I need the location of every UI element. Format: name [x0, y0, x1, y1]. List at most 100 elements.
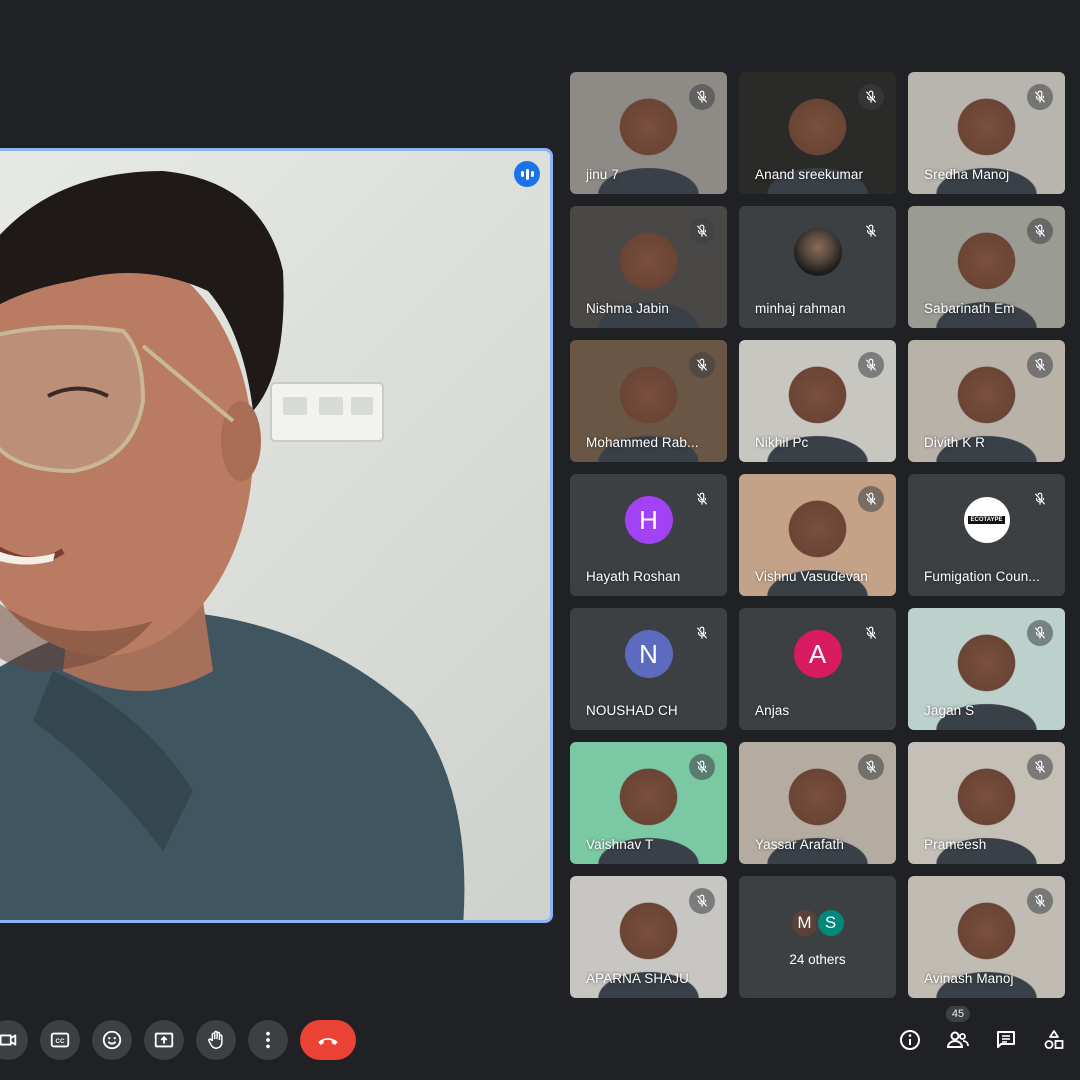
participant-grid: jinu 7 Anand sreekumar Sredha Manoj Nishma … [570, 72, 1065, 998]
leave-call-button[interactable] [300, 1020, 356, 1060]
activities-icon [1044, 1030, 1064, 1049]
participant-tile-jagan-s[interactable]: Jagan S [908, 608, 1065, 730]
mic-off-icon [689, 218, 715, 244]
participant-name: Yassar Arafath [755, 837, 844, 852]
others-count-label: 24 others [789, 952, 846, 967]
mic-off-icon [1027, 352, 1053, 378]
participant-name: Avinash Manoj [924, 971, 1014, 986]
logo-text: ECOTAYPE [968, 516, 1005, 525]
participant-tile-sabarinath-em[interactable]: Sabarinath Em [908, 206, 1065, 328]
participant-name: Mohammed Rab... [586, 435, 699, 450]
participant-tile-avinash-manoj[interactable]: Avinash Manoj [908, 876, 1065, 998]
participant-name: Sabarinath Em [924, 301, 1015, 316]
people-button[interactable]: 45 [945, 1006, 971, 1056]
participant-tile-24-others[interactable]: M S 24 others [739, 876, 896, 998]
info-icon [900, 1030, 920, 1050]
present-now-button[interactable] [144, 1020, 184, 1060]
main-speaker-tile[interactable] [0, 148, 553, 923]
participant-tile-nishma-jabin[interactable]: Nishma Jabin [570, 206, 727, 328]
participant-tile-sredha-manoj[interactable]: Sredha Manoj [908, 72, 1065, 194]
mic-off-icon [1027, 754, 1053, 780]
emoji-icon [102, 1030, 122, 1050]
participant-name: minhaj rahman [755, 301, 846, 316]
captions-icon: CC [50, 1032, 70, 1048]
mic-off-icon [689, 84, 715, 110]
present-icon [154, 1032, 174, 1048]
speaking-indicator-icon [514, 161, 540, 187]
mic-off-icon [1027, 486, 1053, 512]
participant-name: Nikhil Pc [755, 435, 809, 450]
mic-off-icon [1027, 888, 1053, 914]
svg-text:CC: CC [55, 1038, 65, 1045]
others-avatar-stack: MS [789, 908, 846, 938]
participant-name: Vaishnav T [586, 837, 654, 852]
participant-tile-aparna-shaju[interactable]: APARNA SHAJU [570, 876, 727, 998]
mic-off-icon [1027, 218, 1053, 244]
participant-name: Vishnu Vasudevan [755, 569, 868, 584]
participant-tile-prameesh[interactable]: Prameesh [908, 742, 1065, 864]
mic-off-icon [858, 486, 884, 512]
mic-off-icon [858, 84, 884, 110]
mic-off-icon [1027, 620, 1053, 646]
participant-tile-yassar-arafath[interactable]: Yassar Arafath [739, 742, 896, 864]
meeting-details-button[interactable] [898, 1024, 922, 1056]
participant-tile-mohammed-rab[interactable]: Mohammed Rab... [570, 340, 727, 462]
raise-hand-icon [208, 1030, 223, 1049]
camera-icon [0, 1034, 17, 1046]
participant-tile-anand-sreekumar[interactable]: Anand sreekumar [739, 72, 896, 194]
main-speaker-video [0, 171, 465, 920]
activities-button[interactable] [1042, 1024, 1066, 1056]
avatar: N [624, 630, 673, 679]
more-options-icon [266, 1031, 270, 1049]
participant-name: Hayath Roshan [586, 569, 681, 584]
participant-tile-jinu-7[interactable]: jinu 7 [570, 72, 727, 194]
participant-name: Nishma Jabin [586, 301, 669, 316]
mic-off-icon [689, 888, 715, 914]
call-controls: CC [0, 1020, 356, 1060]
participant-tile-nikhil-pc[interactable]: Nikhil Pc [739, 340, 896, 462]
end-call-icon [318, 1038, 338, 1045]
participant-tile-minhaj-rahman[interactable]: minhaj rahman [739, 206, 896, 328]
chat-button[interactable] [994, 1024, 1018, 1056]
participant-name: APARNA SHAJU [586, 971, 689, 986]
participant-tile-divith-k-r[interactable]: Divith K R [908, 340, 1065, 462]
avatar-logo: ECOTAYPE [963, 497, 1010, 544]
chat-icon [997, 1031, 1015, 1048]
participant-tile-vaishnav-t[interactable]: Vaishnav T [570, 742, 727, 864]
mic-off-icon [689, 352, 715, 378]
participant-name: Anand sreekumar [755, 167, 864, 182]
people-count-badge: 45 [945, 1006, 971, 1022]
mic-off-icon [858, 352, 884, 378]
participant-name: Fumigation Coun... [924, 569, 1040, 584]
participant-name: NOUSHAD CH [586, 703, 678, 718]
participant-name: Anjas [755, 703, 790, 718]
participant-tile-fumigation-coun[interactable]: ECOTAYPE Fumigation Coun... [908, 474, 1065, 596]
more-options-button[interactable] [248, 1020, 288, 1060]
participant-tile-noushad-ch[interactable]: N NOUSHAD CH [570, 608, 727, 730]
raise-hand-button[interactable] [196, 1020, 236, 1060]
emoji-reaction-button[interactable] [92, 1020, 132, 1060]
meeting-side-controls: 45 [898, 1006, 1066, 1056]
avatar: S [815, 908, 846, 938]
camera-button[interactable] [0, 1020, 28, 1060]
captions-button[interactable]: CC [40, 1020, 80, 1060]
participant-name: Sredha Manoj [924, 167, 1010, 182]
participant-tile-hayath-roshan[interactable]: H Hayath Roshan [570, 474, 727, 596]
mic-off-icon [689, 486, 715, 512]
mic-off-icon [1027, 84, 1053, 110]
participant-name: jinu 7 [586, 167, 619, 182]
mic-off-icon [858, 620, 884, 646]
avatar [793, 228, 842, 277]
avatar: A [793, 630, 842, 679]
mic-off-icon [689, 620, 715, 646]
participant-name: Divith K R [924, 435, 986, 450]
participant-tile-vishnu-vasudevan[interactable]: Vishnu Vasudevan [739, 474, 896, 596]
participant-tile-anjas[interactable]: A Anjas [739, 608, 896, 730]
participant-name: Jagan S [924, 703, 975, 718]
people-icon [946, 1031, 969, 1048]
avatar: H [624, 496, 673, 545]
participant-name: Prameesh [924, 837, 987, 852]
mic-off-icon [858, 218, 884, 244]
mic-off-icon [858, 754, 884, 780]
mic-off-icon [689, 754, 715, 780]
